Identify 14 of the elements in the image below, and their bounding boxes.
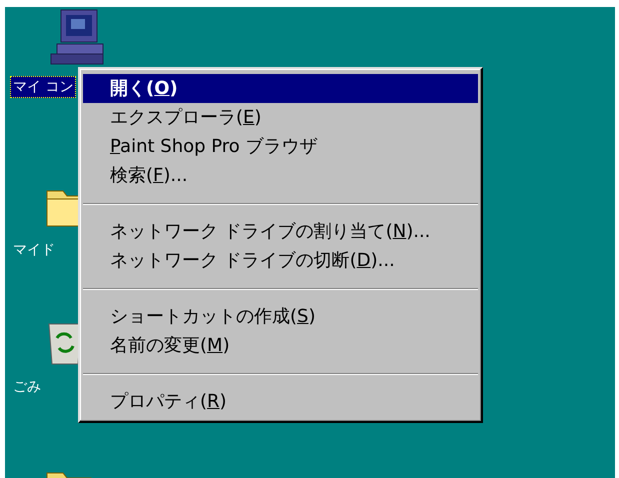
menu-item[interactable]: ネットワーク ドライブの切断(D)... [83,246,478,275]
menu-item[interactable]: 開く(O) [83,74,478,103]
folder-icon[interactable] [46,472,92,478]
icon-label[interactable]: マイ コン [10,76,76,98]
computer-icon[interactable] [50,10,104,64]
menu-item[interactable]: プロパティ(R) [83,387,478,416]
menu-item[interactable]: Paint Shop Pro ブラウザ [83,132,478,161]
icon-label[interactable]: マイド [10,239,58,261]
menu-item[interactable]: エクスプローラ(E) [83,103,478,132]
menu-item[interactable]: ショートカットの作成(S) [83,302,478,331]
menu-item[interactable]: ネットワーク ドライブの割り当て(N)... [83,217,478,246]
icon-label[interactable]: ごみ [10,376,44,398]
menu-item[interactable]: 名前の変更(M) [83,331,478,360]
menu-item[interactable]: 検索(F)... [83,161,478,190]
